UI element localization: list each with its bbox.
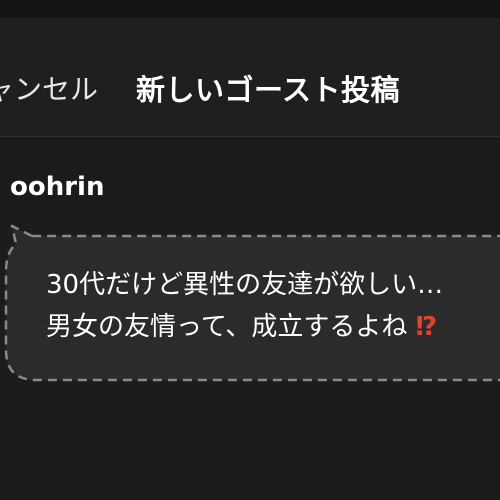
status-bar: [0, 0, 500, 18]
post-text-line-2-text: 男女の友情って、成立するよね: [46, 312, 408, 342]
header-divider: [0, 136, 500, 137]
compose-header: ャンセル 新しいゴースト投稿: [0, 18, 500, 136]
cancel-button[interactable]: ャンセル: [0, 76, 98, 104]
post-text-field[interactable]: 30代だけど異性の友達が欲しい… 男女の友情って、成立するよね ⁉: [46, 264, 500, 364]
exclamation-question-icon: ⁉: [415, 312, 438, 342]
page-title: 新しいゴースト投稿: [136, 73, 401, 107]
username: oohrin: [10, 172, 105, 202]
post-text-line-2: 男女の友情って、成立するよね ⁉: [46, 306, 500, 348]
post-text-line-1: 30代だけど異性の友達が欲しい…: [46, 270, 444, 300]
